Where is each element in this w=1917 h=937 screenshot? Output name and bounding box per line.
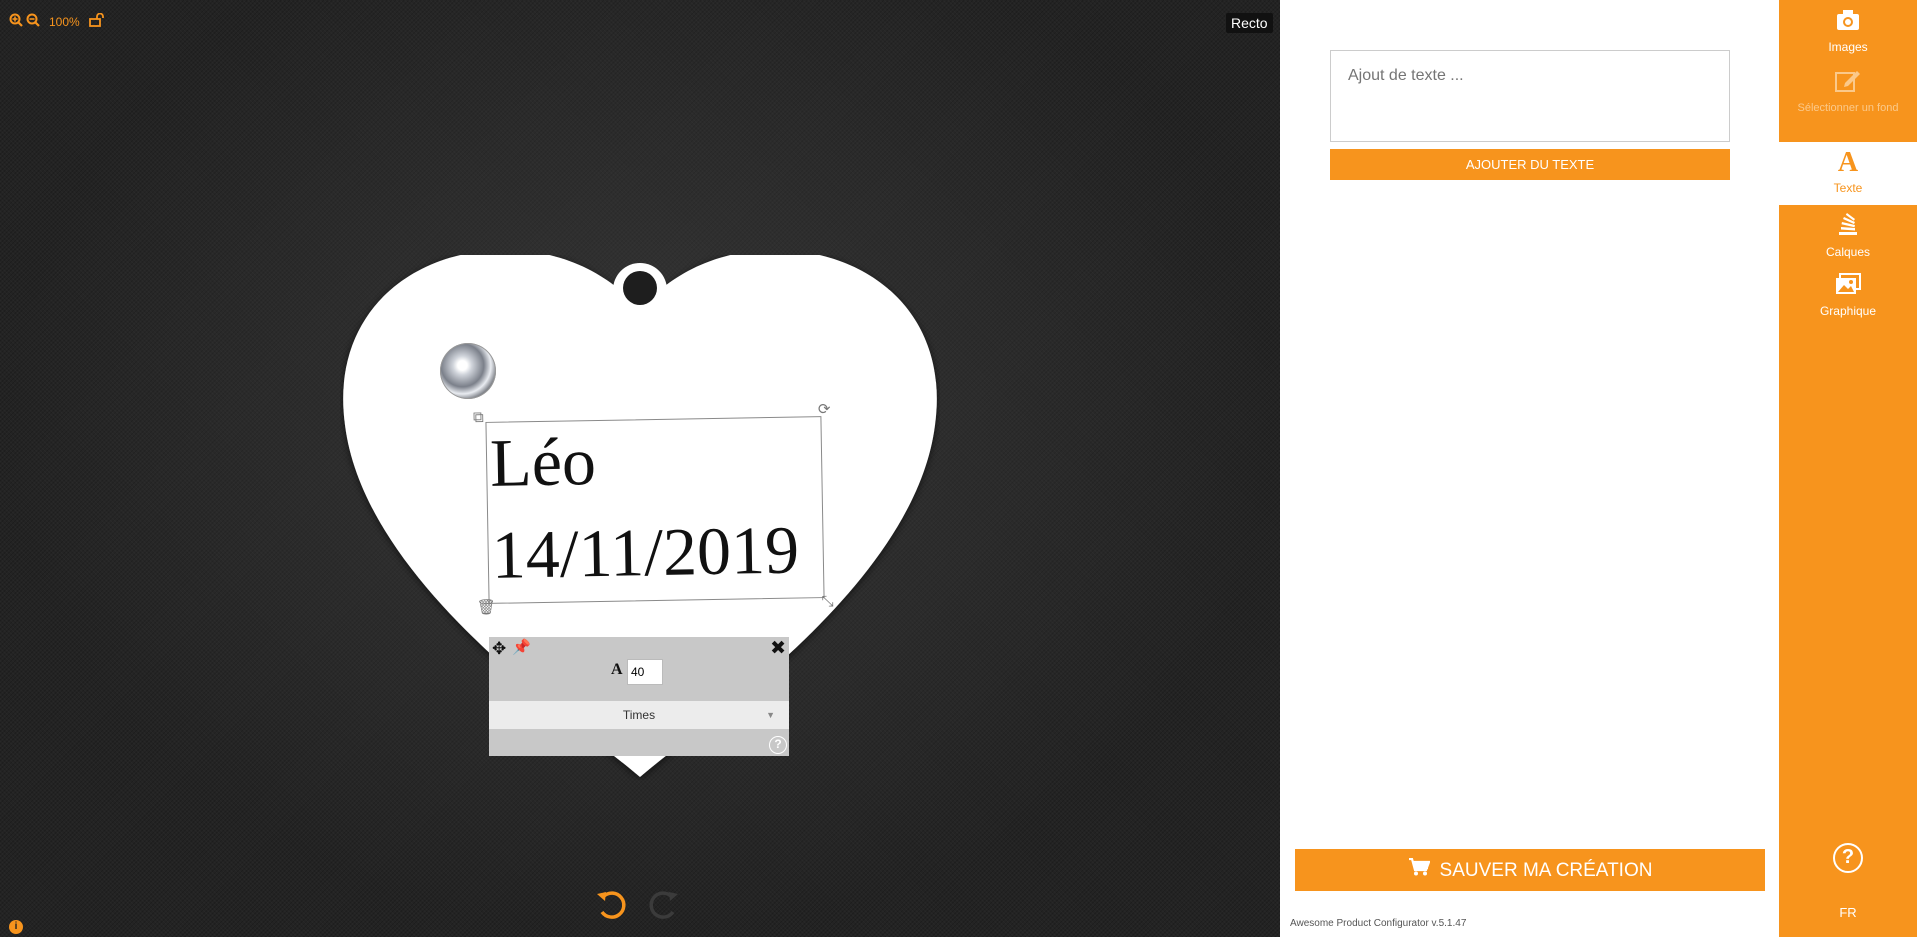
duplicate-icon[interactable]: ⧉ (469, 409, 487, 427)
side-panel: AJOUTER DU TEXTE SAUVER MA CRÉATION Awes… (1280, 0, 1779, 937)
help-icon[interactable]: ? (1833, 843, 1863, 873)
close-icon[interactable]: ✖ (770, 637, 786, 660)
zoom-level: 100% (49, 14, 80, 29)
font-family-select[interactable]: Times ▼ (489, 701, 789, 729)
text-icon: A (1837, 147, 1859, 178)
delete-icon[interactable]: 🗑 (477, 599, 496, 617)
save-button[interactable]: SAUVER MA CRÉATION (1295, 849, 1765, 891)
zoom-in-icon[interactable] (9, 13, 23, 30)
recto-button[interactable]: Recto (1226, 13, 1273, 33)
info-icon[interactable]: i (9, 920, 23, 934)
font-family-value: Times (622, 708, 656, 722)
image-gallery-icon (1779, 273, 1917, 299)
pin-icon[interactable]: 📌 (512, 638, 531, 656)
resize-icon[interactable]: ⤡ (818, 593, 836, 611)
nav-item-texte[interactable]: A Texte (1779, 142, 1917, 205)
nav-item-images[interactable]: Images (1779, 9, 1917, 59)
zoom-out-icon[interactable] (26, 13, 40, 30)
zoom-toolbar: 100% (9, 12, 105, 30)
diamond-image[interactable] (440, 343, 496, 399)
nav-item-graphique[interactable]: Graphique (1779, 273, 1917, 323)
tool-nav: Images Sélectionner un fond A Texte Calq… (1779, 0, 1917, 937)
tool-panel-header: ✥ 📌 ✖ A (489, 637, 789, 700)
text-input[interactable] (1330, 50, 1730, 142)
text-tool-panel: ✥ 📌 ✖ A Times ▼ ? (489, 637, 789, 756)
add-text-button[interactable]: AJOUTER DU TEXTE (1330, 149, 1730, 180)
version-label: Awesome Product Configurator v.5.1.47 (1290, 918, 1467, 929)
font-size-icon: A (611, 661, 623, 678)
design-canvas[interactable]: 100% Recto Léo 14/11/2019 ⧉ ⟳ 🗑 ⤡ ✥ 📌 ✖ … (0, 0, 1280, 937)
redo-icon[interactable] (645, 888, 681, 930)
nav-item-calques[interactable]: Calques (1779, 212, 1917, 262)
text-object[interactable]: Léo 14/11/2019 ⧉ ⟳ 🗑 ⤡ (473, 401, 834, 616)
edit-icon (1779, 68, 1917, 96)
rotate-icon[interactable]: ⟳ (815, 401, 833, 419)
cart-icon (1408, 849, 1431, 891)
undo-icon[interactable] (594, 888, 630, 930)
font-size-input[interactable] (627, 659, 663, 685)
nav-item-background[interactable]: Sélectionner un fond (1779, 68, 1917, 140)
unlock-icon[interactable] (88, 12, 105, 30)
chevron-down-icon: ▼ (766, 710, 775, 720)
text-line-date: 14/11/2019 (491, 511, 800, 593)
camera-icon (1779, 9, 1917, 35)
save-button-label: SAUVER MA CRÉATION (1439, 860, 1653, 881)
language-selector[interactable]: FR (1779, 905, 1917, 920)
help-icon[interactable]: ? (769, 736, 787, 754)
layers-icon (1779, 212, 1917, 240)
move-icon[interactable]: ✥ (492, 639, 506, 659)
text-line-name: Léo (489, 423, 597, 501)
